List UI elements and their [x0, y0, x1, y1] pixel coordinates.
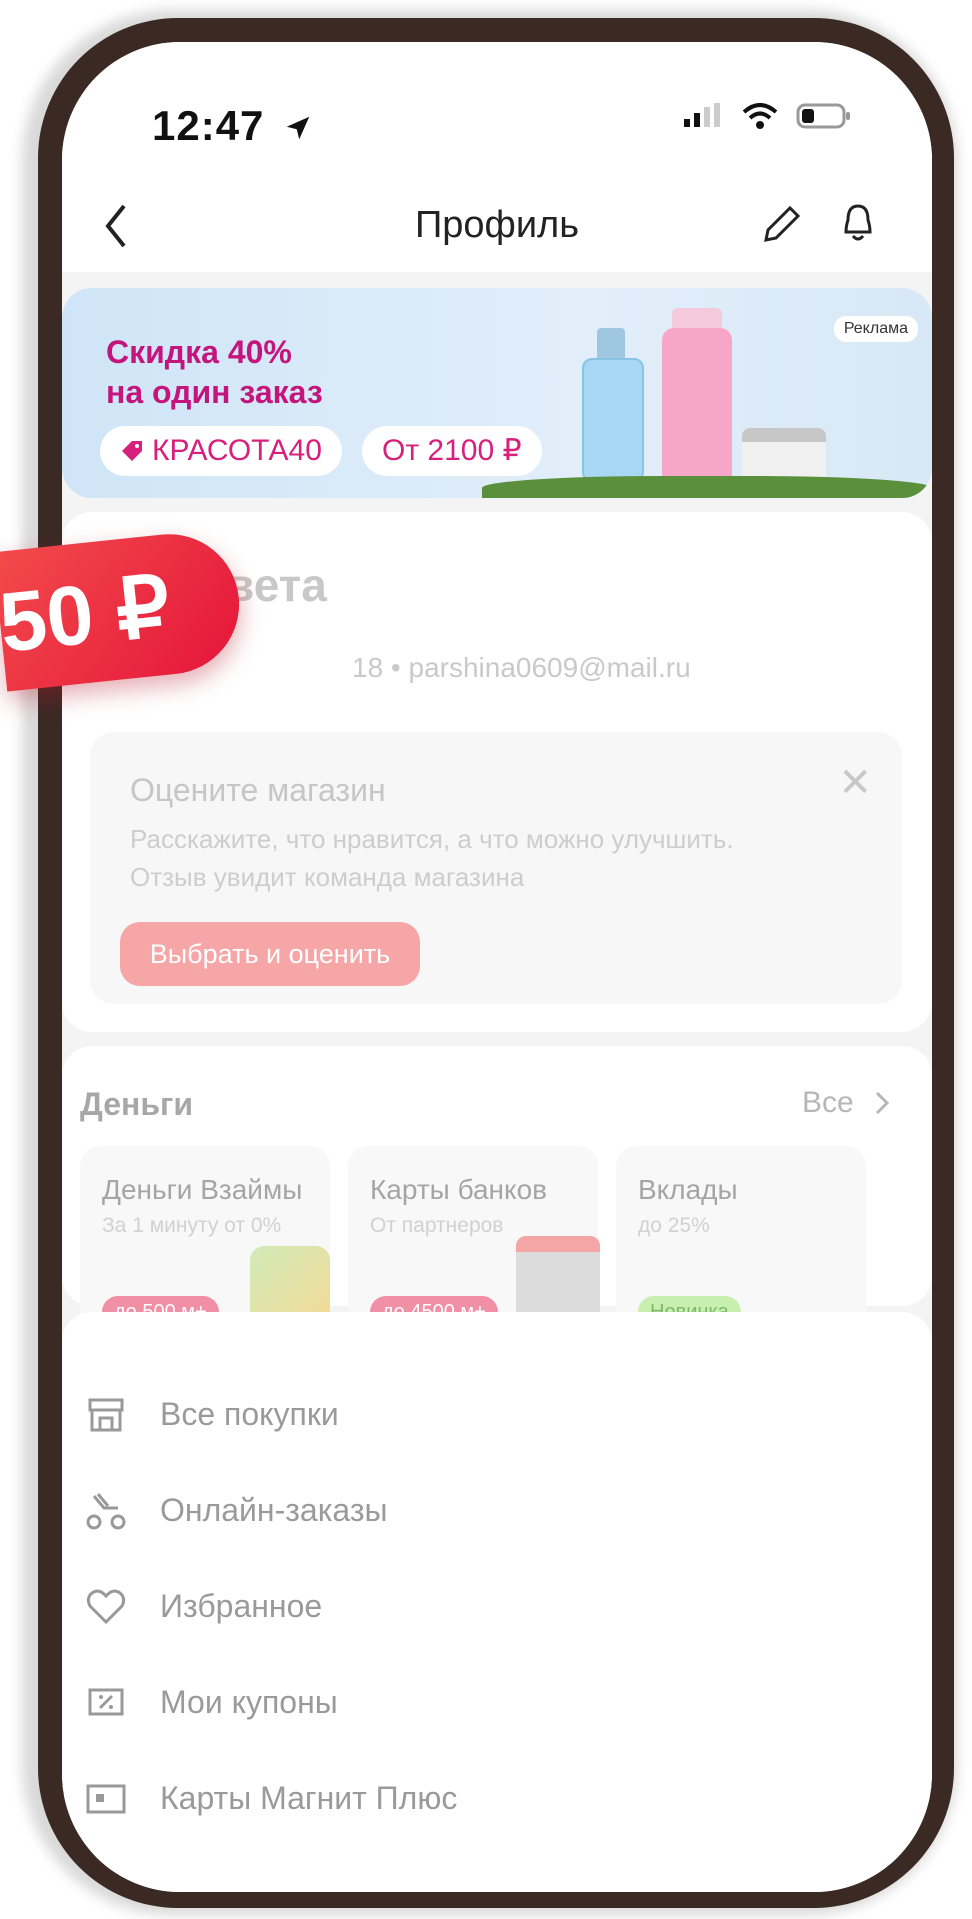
feedback-text: Расскажите, что нравится, а что можно ул…	[130, 824, 734, 892]
coupon-icon	[88, 1688, 124, 1716]
min-order-chip: От 2100 ₽	[362, 426, 542, 476]
menu-item-magnit-cards[interactable]: Карты Магнит Плюс	[62, 1752, 932, 1848]
cosmetic-bottle-cap	[597, 328, 625, 362]
menu-label: Все покупки	[160, 1396, 339, 1432]
money-card-subtitle: За 1 минуту от 0%	[102, 1214, 282, 1237]
menu-item-coupons[interactable]: Мои купоны	[62, 1656, 932, 1752]
menu-item-online-orders[interactable]: Онлайн-заказы	[62, 1464, 932, 1560]
cosmetic-bottle	[582, 358, 644, 482]
menu-item-favorites[interactable]: Избранное	[62, 1560, 932, 1656]
banner-headline-line2: на один заказ	[106, 374, 323, 410]
nav-bar: Профиль	[62, 182, 932, 272]
money-card-subtitle: до 25%	[638, 1214, 710, 1237]
money-section: Деньги Все Деньги Взаймы За 1 минуту от …	[62, 1046, 932, 1362]
feedback-title: Оцените магазин	[130, 772, 386, 808]
screen: 12:47 Профиль Скидка 40% на один заказ К…	[62, 42, 932, 1892]
wifi-icon	[742, 103, 778, 129]
money-card-title: Вклады	[638, 1174, 738, 1205]
chevron-right-icon	[875, 1091, 890, 1115]
price-badge-text: 50 ₽	[0, 558, 175, 670]
close-icon[interactable]: ✕	[838, 760, 872, 806]
bell-icon[interactable]	[836, 198, 880, 246]
menu-label: Онлайн-заказы	[160, 1492, 388, 1528]
banner-headline-line1: Скидка 40%	[106, 334, 292, 370]
feedback-card: Оцените магазин Расскажите, что нравится…	[90, 732, 902, 1004]
rate-store-button[interactable]: Выбрать и оценить	[120, 922, 420, 986]
menu-label: Избранное	[160, 1588, 323, 1624]
menu-label: Мои купоны	[160, 1684, 338, 1720]
status-time: 12:47	[152, 102, 313, 150]
status-bar: 12:47	[62, 42, 932, 182]
scooter-icon	[86, 1493, 126, 1530]
menu-list: Все покупки Онлайн-заказы Избранное Мои …	[62, 1312, 932, 1892]
tag-icon	[122, 441, 142, 461]
user-contact: 18 • parshina0609@mail.ru	[352, 652, 691, 683]
location-arrow-icon	[286, 116, 310, 140]
status-icons	[682, 102, 852, 130]
money-title: Деньги	[80, 1086, 193, 1122]
banner-headline: Скидка 40% на один заказ	[106, 332, 323, 412]
promo-code-text: КРАСОТА40	[152, 434, 322, 467]
promo-banner[interactable]: Скидка 40% на один заказ КРАСОТА40 От 21…	[62, 288, 932, 498]
store-icon	[88, 1398, 124, 1432]
money-all-label: Все	[801, 1086, 854, 1119]
edit-pencil-icon[interactable]	[758, 200, 802, 248]
heart-icon	[86, 1589, 126, 1625]
min-order-text: От 2100 ₽	[382, 434, 522, 467]
money-card-title: Карты банков	[370, 1174, 548, 1205]
card-icon	[86, 1784, 126, 1814]
cosmetic-tube	[662, 328, 732, 488]
promo-code-chip[interactable]: КРАСОТА40	[100, 426, 342, 476]
ad-label: Реклама	[833, 316, 918, 342]
battery-icon	[796, 103, 850, 129]
menu-label: Карты Магнит Плюс	[160, 1780, 458, 1816]
menu-item-all-purchases[interactable]: Все покупки	[62, 1368, 932, 1464]
signal-icon	[684, 103, 720, 127]
banner-grass	[482, 476, 932, 498]
money-all-link[interactable]: Все	[802, 1086, 892, 1120]
money-card-title: Деньги Взаймы	[102, 1174, 303, 1205]
money-card-subtitle: От партнеров	[370, 1214, 504, 1237]
